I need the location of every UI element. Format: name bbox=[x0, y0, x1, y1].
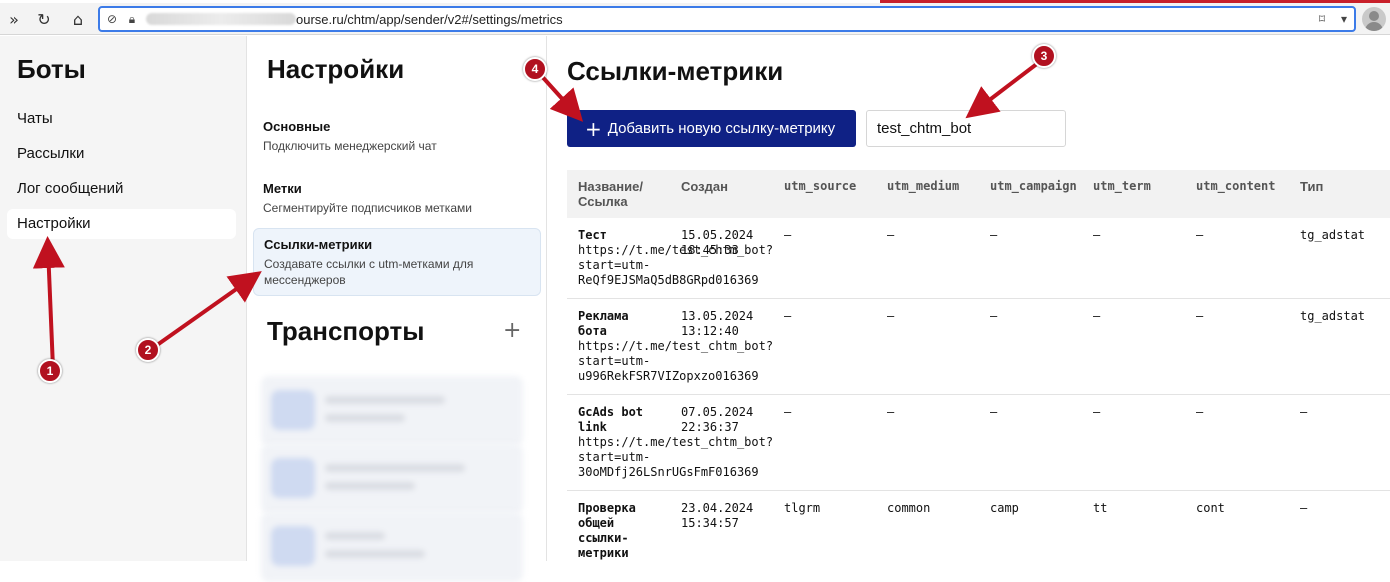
col-header-utm-term: utm_term bbox=[1093, 179, 1151, 193]
metric-links-page: Ссылки-метрики + Добавить новую ссылку-м… bbox=[547, 36, 1390, 561]
page-title: Ссылки-метрики bbox=[567, 56, 784, 86]
metric-links-table: Название/ Ссылка Создан utm_source utm_m… bbox=[567, 170, 1390, 571]
table-header: Название/ Ссылка Создан utm_source utm_m… bbox=[567, 170, 1390, 218]
row-utm-campaign: camp bbox=[990, 501, 1019, 515]
plus-icon: + bbox=[585, 116, 602, 141]
row-type: – bbox=[1300, 501, 1308, 515]
settings-title: Настройки bbox=[267, 54, 405, 84]
annotation-badge-3: 3 bbox=[1032, 44, 1056, 68]
shield-icon[interactable]: ⊘ bbox=[104, 11, 120, 27]
row-utm-medium: – bbox=[887, 405, 895, 419]
row-utm-source: – bbox=[784, 228, 792, 242]
add-transport-button[interactable]: + bbox=[503, 318, 521, 343]
bots-sidebar: Боты Чаты Рассылки Лог сообщений Настрой… bbox=[0, 36, 247, 561]
row-name: Реклама бота bbox=[578, 309, 629, 338]
sidebar-item-settings[interactable]: Настройки bbox=[7, 209, 236, 239]
settings-item-desc: Сегментируйте подписчиков метками bbox=[263, 201, 472, 215]
settings-item-desc: Подключить менеджерский чат bbox=[263, 139, 437, 153]
table-row[interactable]: GcAds bot link 07.05.2024 22:36:37 https… bbox=[567, 395, 1390, 491]
browser-toolbar: » ↻ ⌂ ⊘ 🔒︎ ourse.ru/chtm/app/sender/v2#/… bbox=[0, 3, 1390, 35]
col-header-created: Создан bbox=[681, 179, 728, 194]
row-utm-medium: – bbox=[887, 309, 895, 323]
add-button-label: Добавить новую ссылку-метрику bbox=[607, 120, 836, 137]
col-header-utm-medium: utm_medium bbox=[887, 179, 960, 193]
settings-item-title: Ссылки-метрики bbox=[264, 237, 373, 252]
row-utm-campaign: – bbox=[990, 405, 998, 419]
row-name: Тест bbox=[578, 228, 607, 242]
row-utm-source: – bbox=[784, 405, 792, 419]
row-utm-campaign: – bbox=[990, 228, 998, 242]
row-name: GcAds bot link bbox=[578, 405, 644, 434]
annotation-badge-1: 1 bbox=[38, 359, 62, 383]
sidebar-item-message-log[interactable]: Лог сообщений bbox=[17, 180, 123, 197]
annotation-badge-2: 2 bbox=[136, 338, 160, 362]
transports-title: Транспорты bbox=[267, 316, 425, 346]
row-link[interactable]: https://t.me/test_chtm_bot? start=utm- u… bbox=[578, 339, 773, 384]
col-header-utm-source: utm_source bbox=[784, 179, 857, 193]
col-header-name: Название/ Ссылка bbox=[578, 179, 643, 209]
transport-card-redacted bbox=[261, 376, 523, 446]
row-utm-term: – bbox=[1093, 228, 1101, 242]
bookmark-icon[interactable]: ⌑ bbox=[1314, 11, 1330, 27]
row-utm-medium: common bbox=[887, 501, 931, 515]
settings-item-general[interactable]: Основные Подключить менеджерский чат bbox=[253, 111, 541, 162]
row-utm-term: tt bbox=[1093, 501, 1108, 515]
table-row[interactable]: Проверка общей ссылки- метрики 23.04.202… bbox=[567, 491, 1390, 571]
row-created: 07.05.2024 22:36:37 bbox=[681, 405, 754, 434]
row-utm-term: – bbox=[1093, 309, 1101, 323]
transport-card-redacted bbox=[261, 512, 523, 582]
reload-icon[interactable]: ↻ bbox=[32, 7, 56, 31]
row-utm-content: – bbox=[1196, 228, 1204, 242]
row-utm-content: – bbox=[1196, 405, 1204, 419]
row-created: 23.04.2024 15:34:57 bbox=[681, 501, 754, 530]
home-icon[interactable]: ⌂ bbox=[66, 7, 90, 31]
row-utm-content: cont bbox=[1196, 501, 1225, 515]
settings-item-title: Основные bbox=[263, 119, 331, 134]
profile-icon[interactable] bbox=[1362, 7, 1386, 31]
col-header-utm-content: utm_content bbox=[1196, 179, 1276, 193]
col-header-utm-campaign: utm_campaign bbox=[990, 179, 1077, 193]
col-header-type: Тип bbox=[1300, 179, 1324, 194]
chevron-down-icon[interactable]: ▾ bbox=[1336, 11, 1352, 27]
sidebar-item-chats[interactable]: Чаты bbox=[17, 110, 53, 127]
row-utm-term: – bbox=[1093, 405, 1101, 419]
settings-item-desc: Создавате ссылки с utm-метками для мессе… bbox=[264, 257, 474, 287]
sidebar-item-mailings[interactable]: Рассылки bbox=[17, 145, 84, 162]
table-row[interactable]: Реклама бота 13.05.2024 13:12:40 https:/… bbox=[567, 299, 1390, 395]
row-utm-source: tlgrm bbox=[784, 501, 821, 515]
row-link[interactable]: https://t.me/test_chtm_bot? start=utm- 3… bbox=[578, 435, 773, 480]
row-utm-source: – bbox=[784, 309, 792, 323]
url-text[interactable]: ourse.ru/chtm/app/sender/v2#/settings/me… bbox=[296, 12, 563, 27]
add-metric-link-button[interactable]: + Добавить новую ссылку-метрику bbox=[567, 110, 856, 147]
sidebar-title: Боты bbox=[17, 54, 86, 84]
address-bar[interactable]: ⊘ 🔒︎ ourse.ru/chtm/app/sender/v2#/settin… bbox=[98, 6, 1356, 32]
transport-card-redacted bbox=[261, 444, 523, 514]
table-row[interactable]: Тест 15.05.2024 18:45:33 https://t.me/te… bbox=[567, 218, 1390, 299]
row-utm-medium: – bbox=[887, 228, 895, 242]
row-utm-content: – bbox=[1196, 309, 1204, 323]
settings-panel: Настройки Основные Подключить менеджерск… bbox=[247, 36, 547, 582]
annotation-badge-4: 4 bbox=[523, 57, 547, 81]
url-redacted bbox=[146, 13, 296, 25]
settings-item-metric-links[interactable]: Ссылки-метрики Создавате ссылки с utm-ме… bbox=[253, 228, 541, 296]
row-type: tg_adstat bbox=[1300, 309, 1366, 323]
row-type: – bbox=[1300, 405, 1308, 419]
search-input[interactable] bbox=[866, 110, 1066, 147]
lock-icon[interactable]: 🔒︎ bbox=[124, 11, 140, 27]
row-name: Проверка общей ссылки- метрики bbox=[578, 501, 636, 560]
settings-item-tags[interactable]: Метки Сегментируйте подписчиков метками bbox=[253, 173, 541, 224]
row-utm-campaign: – bbox=[990, 309, 998, 323]
row-link[interactable]: https://t.me/test_chtm_bot? start=utm- R… bbox=[578, 243, 773, 288]
row-created: 13.05.2024 13:12:40 bbox=[681, 309, 754, 338]
row-type: tg_adstat bbox=[1300, 228, 1366, 242]
sidebar-toggle-icon[interactable]: » bbox=[2, 7, 26, 31]
settings-item-title: Метки bbox=[263, 181, 302, 196]
